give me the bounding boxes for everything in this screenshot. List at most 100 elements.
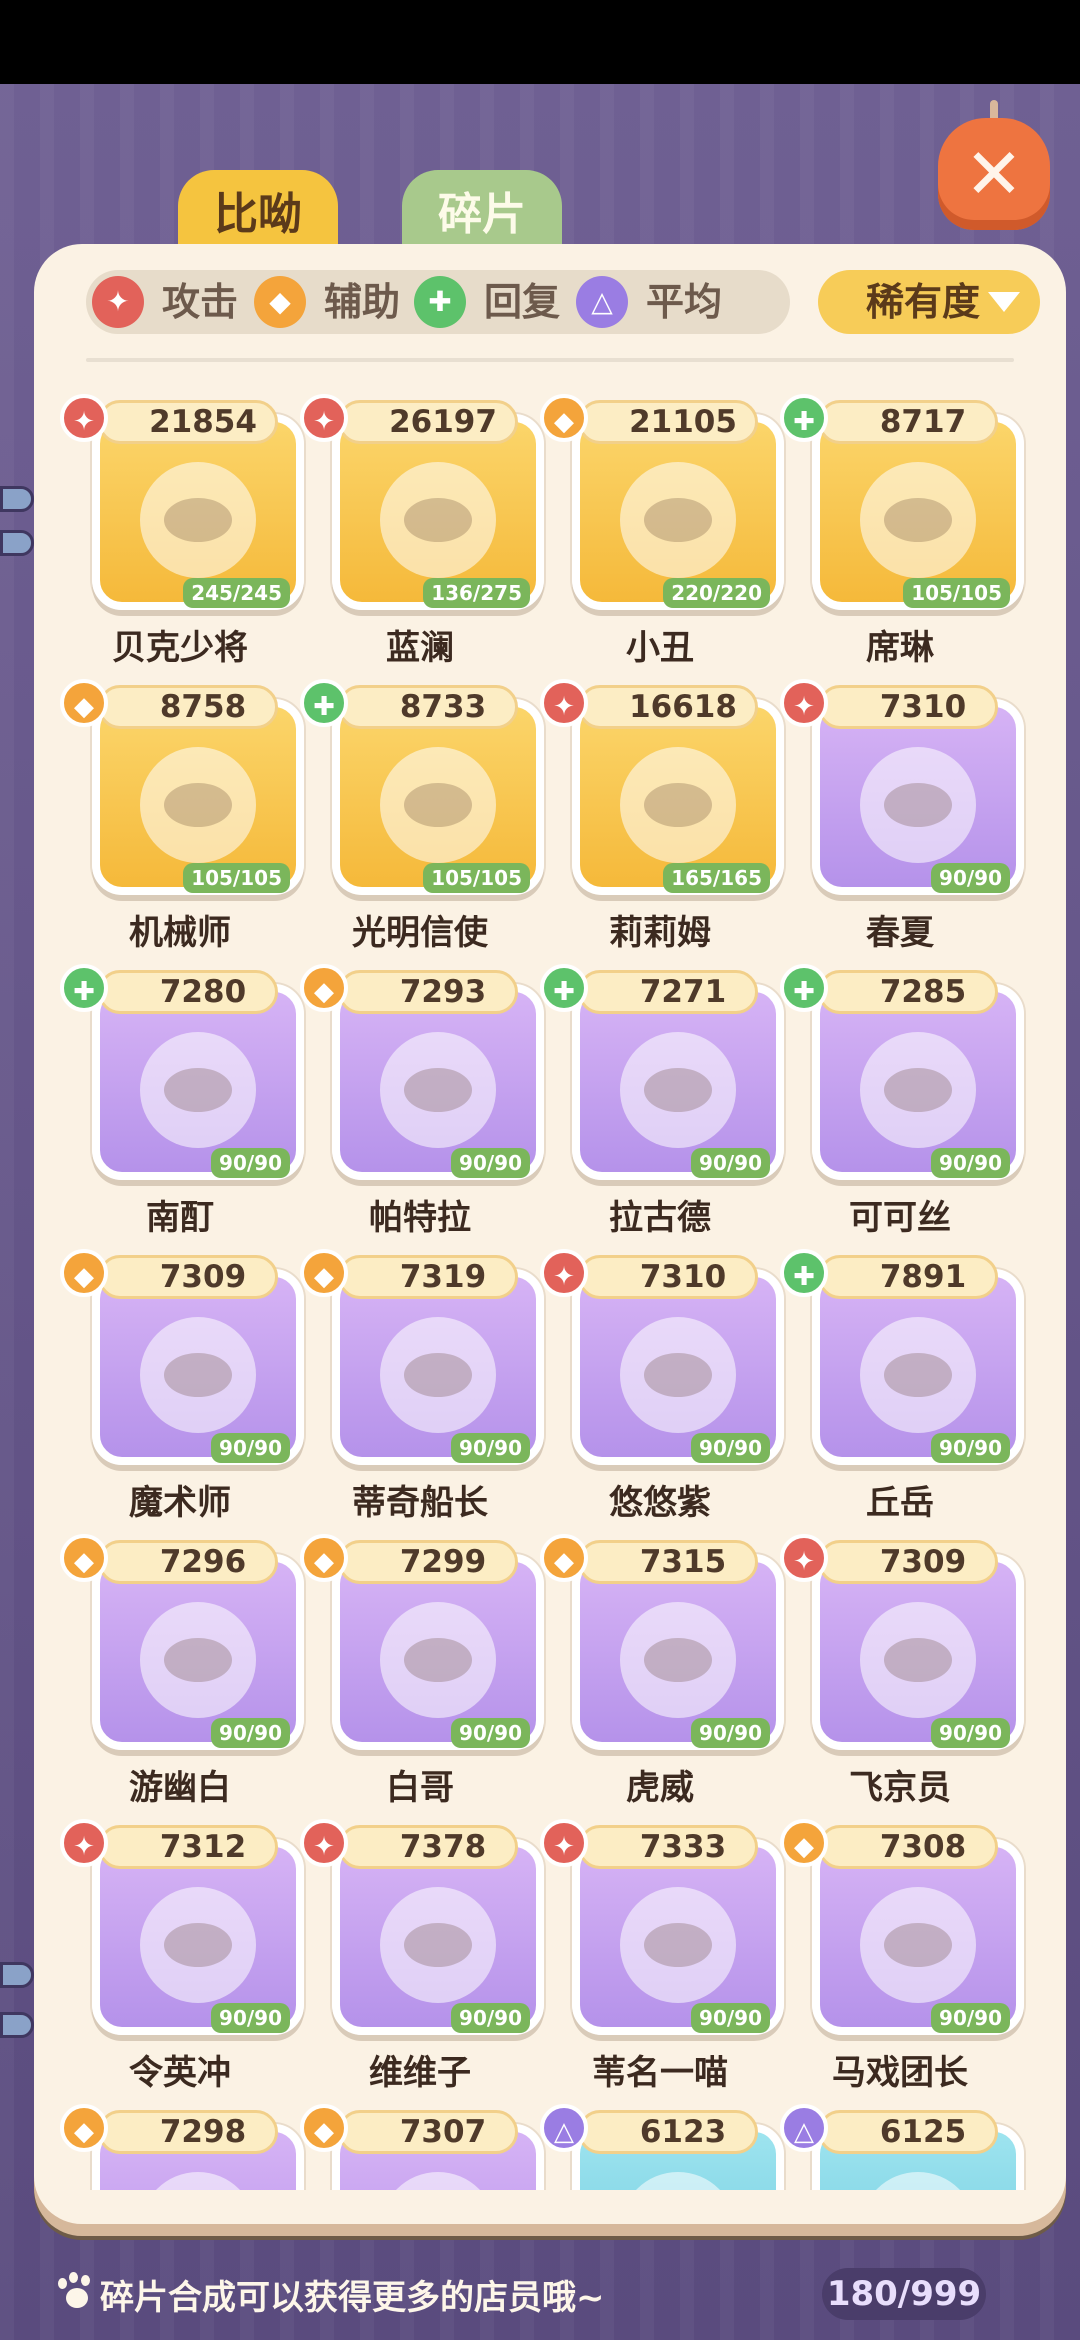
character-card[interactable]: 7310 ✦ 90/90 悠悠紫 xyxy=(540,1249,784,1523)
attack-icon: ✦ xyxy=(780,1534,828,1582)
character-power: 7310 xyxy=(818,685,998,729)
character-card[interactable]: 6125 △ xyxy=(780,2104,1024,2190)
divider xyxy=(86,358,1014,362)
attack-icon: ✦ xyxy=(300,394,348,442)
chevron-down-icon xyxy=(988,292,1020,312)
balance-icon: △ xyxy=(540,2104,588,2152)
character-card[interactable]: 8758 ◆ 105/105 机械师 xyxy=(60,679,304,953)
paw-icon xyxy=(56,2272,96,2312)
side-drawer-handle[interactable] xyxy=(0,486,34,512)
side-drawer-handle[interactable] xyxy=(0,530,34,556)
heal-icon: ✚ xyxy=(780,394,828,442)
support-icon: ◆ xyxy=(300,1249,348,1297)
character-card[interactable]: 7280 ✚ 90/90 南酊 xyxy=(60,964,304,1238)
character-name: 小丑 xyxy=(626,628,694,668)
character-card[interactable]: 7319 ◆ 90/90 蒂奇船长 xyxy=(300,1249,544,1523)
character-power: 7891 xyxy=(818,1255,998,1299)
character-level: 90/90 xyxy=(211,1718,290,1748)
filter-chip-label: 平均 xyxy=(646,280,723,324)
attack-icon: ✦ xyxy=(540,1249,588,1297)
attack-icon: ✦ xyxy=(780,679,828,727)
character-avatar xyxy=(860,1317,976,1433)
balance-icon: △ xyxy=(576,276,628,328)
character-avatar xyxy=(620,747,736,863)
character-name: 蒂奇船长 xyxy=(352,1483,488,1523)
character-card[interactable]: 7307 ◆ xyxy=(300,2104,544,2190)
character-power: 7285 xyxy=(818,970,998,1014)
character-avatar xyxy=(860,1032,976,1148)
support-icon: ◆ xyxy=(60,2104,108,2152)
character-card[interactable]: 21854 ✦ 245/245 贝克少将 xyxy=(60,394,304,668)
character-card[interactable]: 7333 ✦ 90/90 苇名一喵 xyxy=(540,1819,784,2093)
character-avatar xyxy=(380,747,496,863)
character-card[interactable]: 7309 ✦ 90/90 飞京员 xyxy=(780,1534,1024,1808)
character-avatar xyxy=(380,462,496,578)
character-avatar xyxy=(140,1032,256,1148)
side-drawer-handle[interactable] xyxy=(0,2012,34,2038)
character-name: 白哥 xyxy=(386,1768,454,1808)
close-button[interactable]: ✕ xyxy=(938,100,1050,230)
fragment-hint-text: 碎片合成可以获得更多的店员哦~ xyxy=(100,2278,605,2318)
character-card[interactable]: 7315 ◆ 90/90 虎威 xyxy=(540,1534,784,1808)
character-power: 7280 xyxy=(98,970,278,1014)
character-avatar xyxy=(860,1602,976,1718)
support-icon: ◆ xyxy=(300,1534,348,1582)
character-power: 6123 xyxy=(578,2110,758,2154)
character-card[interactable]: 7298 ◆ xyxy=(60,2104,304,2190)
attack-icon: ✦ xyxy=(540,679,588,727)
character-power: 7293 xyxy=(338,970,518,1014)
character-level: 90/90 xyxy=(211,1433,290,1463)
character-level: 105/105 xyxy=(423,863,530,893)
character-grid[interactable]: 21854 ✦ 245/245 贝克少将 26197 ✦ 136/275 蓝澜 21105 ◆ 22… xyxy=(60,394,1040,2190)
character-card[interactable]: 7309 ◆ 90/90 魔术师 xyxy=(60,1249,304,1523)
character-avatar xyxy=(860,747,976,863)
character-power: 21105 xyxy=(578,400,758,444)
character-name: 光明信使 xyxy=(352,913,488,953)
character-card[interactable]: 16618 ✦ 165/165 莉莉姆 xyxy=(540,679,784,953)
character-card[interactable]: 21105 ◆ 220/220 小丑 xyxy=(540,394,784,668)
support-icon: ◆ xyxy=(780,1819,828,1867)
character-power: 7315 xyxy=(578,1540,758,1584)
character-name: 蓝澜 xyxy=(386,628,454,668)
character-card[interactable]: 7891 ✚ 90/90 丘岳 xyxy=(780,1249,1024,1523)
character-power: 7333 xyxy=(578,1825,758,1869)
character-card[interactable]: 7296 ◆ 90/90 游幽白 xyxy=(60,1534,304,1808)
character-card[interactable]: 7310 ✦ 90/90 春夏 xyxy=(780,679,1024,953)
character-power: 8717 xyxy=(818,400,998,444)
character-card[interactable]: 8733 ✚ 105/105 光明信使 xyxy=(300,679,544,953)
character-level: 90/90 xyxy=(451,2003,530,2033)
status-bar xyxy=(0,0,1080,84)
character-level: 90/90 xyxy=(691,1148,770,1178)
character-name: 苇名一喵 xyxy=(592,2053,728,2093)
character-name: 虎威 xyxy=(626,1768,694,1808)
support-icon: ◆ xyxy=(300,2104,348,2152)
character-card[interactable]: 6123 △ xyxy=(540,2104,784,2190)
support-icon: ◆ xyxy=(60,1534,108,1582)
character-name: 丘岳 xyxy=(866,1483,934,1523)
character-card[interactable]: 7285 ✚ 90/90 可可丝 xyxy=(780,964,1024,1238)
rarity-sort-dropdown[interactable]: 稀有度 xyxy=(818,270,1040,334)
character-card[interactable]: 7299 ◆ 90/90 白哥 xyxy=(300,1534,544,1808)
character-avatar xyxy=(380,1032,496,1148)
character-card[interactable]: 26197 ✦ 136/275 蓝澜 xyxy=(300,394,544,668)
character-card[interactable]: 8717 ✚ 105/105 席琳 xyxy=(780,394,1024,668)
filter-chip-label: 回复 xyxy=(484,280,561,324)
character-avatar xyxy=(140,1317,256,1433)
character-name: 莉莉姆 xyxy=(609,913,711,953)
character-level: 136/275 xyxy=(423,578,530,608)
character-power: 26197 xyxy=(338,400,518,444)
character-power: 7271 xyxy=(578,970,758,1014)
character-power: 7309 xyxy=(98,1255,278,1299)
character-card[interactable]: 7312 ✦ 90/90 令英冲 xyxy=(60,1819,304,2093)
side-drawer-handle[interactable] xyxy=(0,1962,34,1988)
character-card[interactable]: 7271 ✚ 90/90 拉古德 xyxy=(540,964,784,1238)
character-card[interactable]: 7293 ◆ 90/90 帕特拉 xyxy=(300,964,544,1238)
character-card[interactable]: 7308 ◆ 90/90 马戏团长 xyxy=(780,1819,1024,2093)
filter-chip[interactable]: △ 平均 xyxy=(570,270,790,334)
character-avatar xyxy=(620,1602,736,1718)
character-power: 7309 xyxy=(818,1540,998,1584)
character-level: 90/90 xyxy=(451,1148,530,1178)
character-card[interactable]: 7378 ✦ 90/90 维维子 xyxy=(300,1819,544,2093)
character-level: 90/90 xyxy=(451,1433,530,1463)
character-level: 90/90 xyxy=(931,1718,1010,1748)
